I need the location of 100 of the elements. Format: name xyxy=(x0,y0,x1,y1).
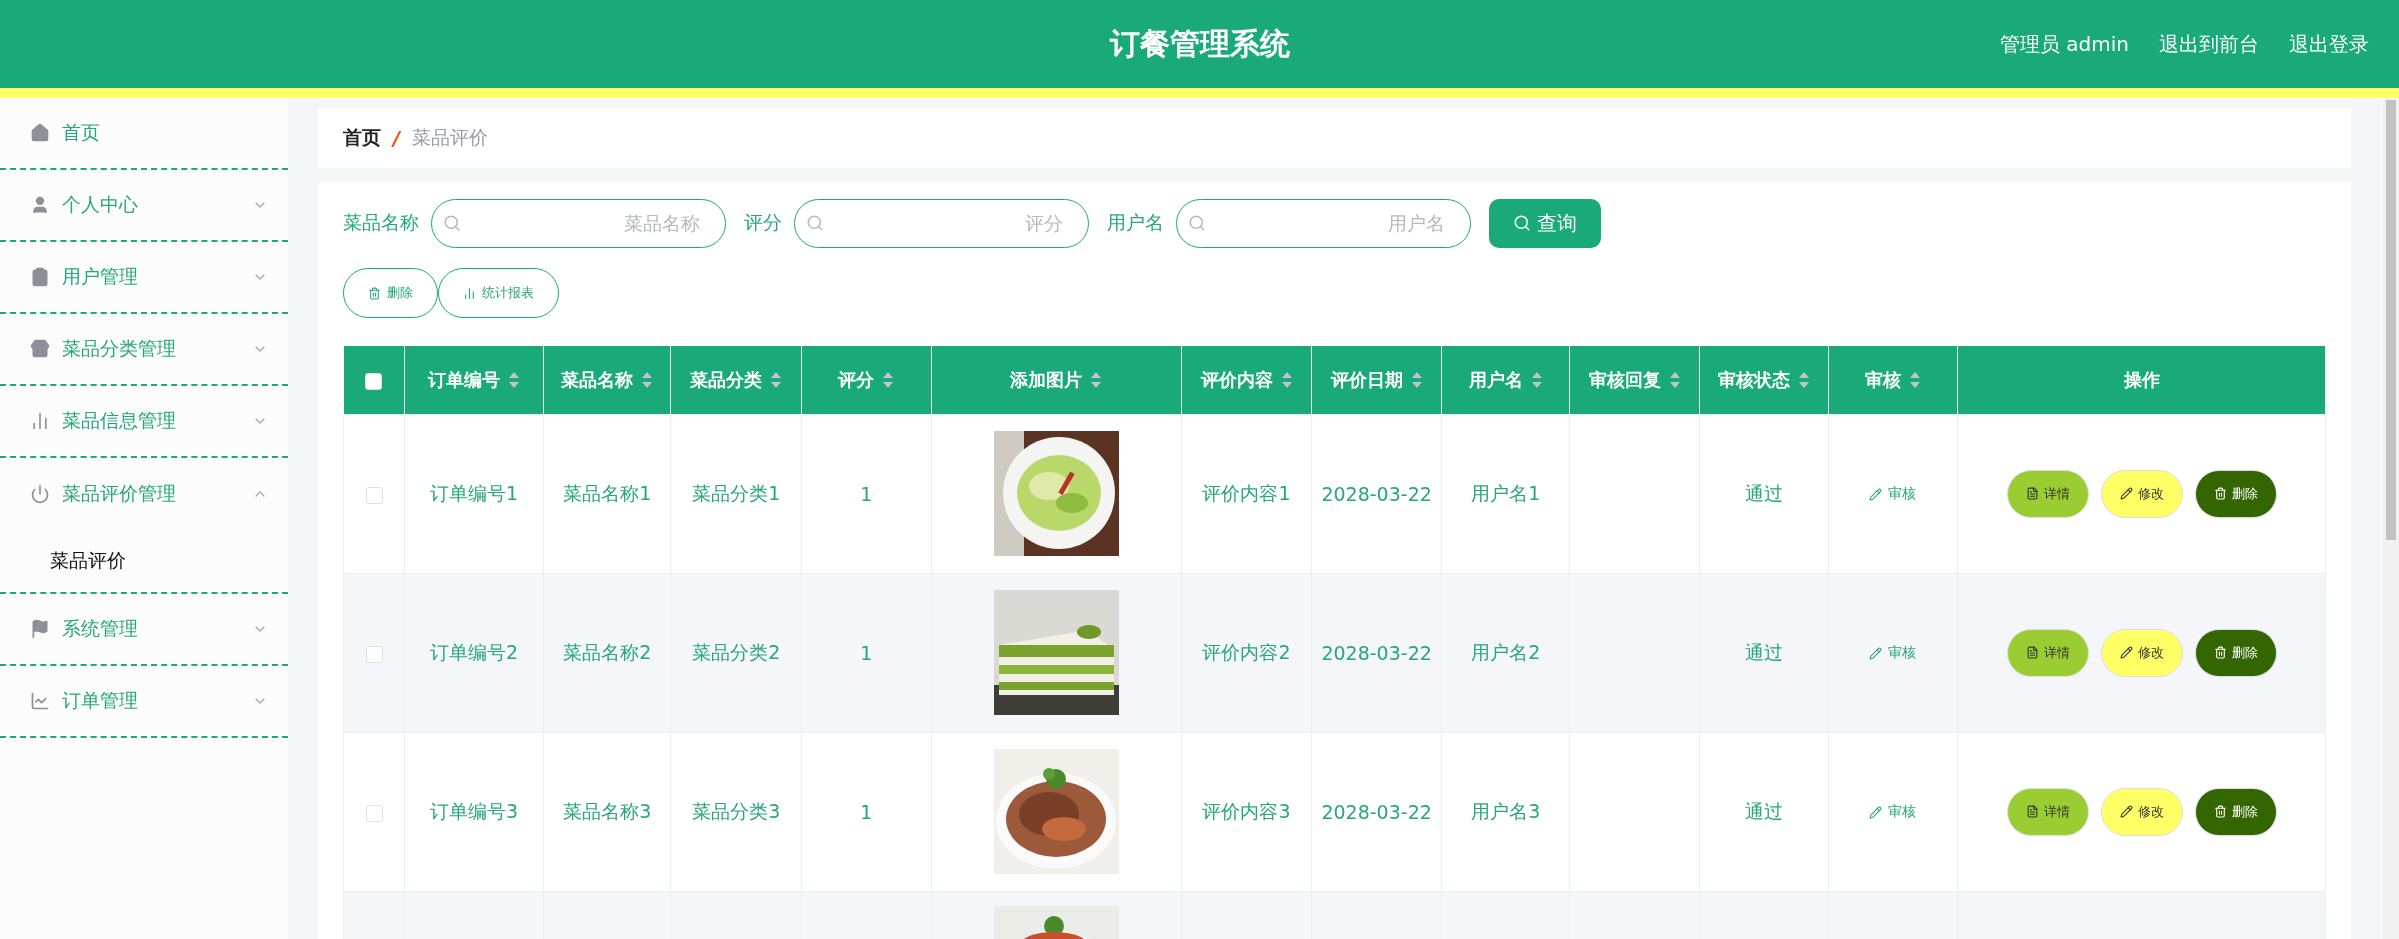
menu-label: 用户管理 xyxy=(62,264,139,289)
sidebar-item[interactable]: 个人中心 xyxy=(0,170,288,242)
breadcrumb-separator: / xyxy=(393,127,400,149)
column-header[interactable]: 审核回复 xyxy=(1570,346,1700,414)
store-icon xyxy=(30,339,50,359)
delete-button[interactable]: 删除 xyxy=(2194,787,2277,836)
table-cell: 1 xyxy=(860,641,873,664)
search-field[interactable]: 菜品名称 xyxy=(431,198,726,248)
menu-label: 菜品评价管理 xyxy=(62,481,177,506)
table-cell: 菜品分类2 xyxy=(692,640,781,663)
column-header[interactable]: 订单编号 xyxy=(404,346,544,414)
search-icon xyxy=(1513,214,1531,232)
delete-button[interactable]: 删除 xyxy=(343,268,438,318)
audit-link[interactable]: 审核 xyxy=(1869,485,1917,503)
table-cell: 菜品名称3 xyxy=(563,799,652,822)
pencil-icon xyxy=(1869,805,1883,819)
sidebar-item[interactable]: 用户管理 xyxy=(0,242,288,314)
status-text: 通过 xyxy=(1744,640,1783,663)
select-all-checkbox[interactable] xyxy=(365,372,383,390)
sort-icon[interactable] xyxy=(1280,370,1293,389)
pencil-icon xyxy=(2119,487,2133,500)
table-cell: 菜品分类1 xyxy=(692,481,781,504)
column-header[interactable]: 审核 xyxy=(1828,346,1958,414)
table-cell: 2028-03-22 xyxy=(1321,800,1432,823)
user-icon xyxy=(30,195,50,215)
sidebar-item[interactable]: 订单管理 xyxy=(0,666,288,738)
trash-icon xyxy=(2213,487,2227,500)
edit-button[interactable]: 修改 xyxy=(2100,787,2183,836)
details-button[interactable]: 详情 xyxy=(2006,469,2089,518)
menu-label: 个人中心 xyxy=(62,192,139,217)
table-cell: 用户名3 xyxy=(1471,799,1541,822)
table-cell: 评价内容3 xyxy=(1202,799,1291,822)
table-cell: 评价内容2 xyxy=(1202,640,1291,663)
table-cell: 1 xyxy=(860,800,873,823)
status-text: 通过 xyxy=(1744,481,1783,504)
audit-link[interactable]: 审核 xyxy=(1869,803,1917,821)
row-checkbox[interactable] xyxy=(365,645,383,663)
column-header[interactable]: 菜品名称 xyxy=(543,346,671,414)
sort-icon[interactable] xyxy=(882,370,895,389)
sidebar-item[interactable]: 系统管理 xyxy=(0,594,288,666)
search-icon xyxy=(1188,213,1206,232)
row-checkbox[interactable] xyxy=(365,486,383,504)
table-cell: 评价内容1 xyxy=(1202,481,1291,504)
delete-button[interactable]: 删除 xyxy=(2194,628,2277,677)
submenu-item[interactable]: 菜品评价 xyxy=(0,530,288,592)
sidebar-item[interactable]: 菜品信息管理 xyxy=(0,386,288,458)
column-header[interactable]: 菜品分类 xyxy=(670,346,802,414)
pencil-icon xyxy=(1869,487,1883,501)
details-button[interactable]: 详情 xyxy=(2006,787,2089,836)
menu-label: 菜品分类管理 xyxy=(62,336,177,361)
table-cell: 2028-03-22 xyxy=(1321,641,1432,664)
column-header[interactable]: 评分 xyxy=(801,346,932,414)
column-header[interactable]: 添加图片 xyxy=(931,346,1182,414)
field-label: 评分 xyxy=(744,210,782,235)
sort-icon[interactable] xyxy=(641,370,654,389)
column-header[interactable]: 评价内容 xyxy=(1181,346,1312,414)
header-link[interactable]: 管理员 admin xyxy=(1999,30,2129,58)
details-button[interactable]: 详情 xyxy=(2006,628,2089,677)
row-checkbox[interactable] xyxy=(365,804,383,822)
sort-icon[interactable] xyxy=(770,370,783,389)
edit-button[interactable]: 修改 xyxy=(2100,628,2183,677)
sidebar-item[interactable]: 菜品评价管理 xyxy=(0,458,288,530)
search-field[interactable]: 评分 xyxy=(794,198,1089,248)
trash-icon xyxy=(2213,805,2227,818)
document-icon xyxy=(2025,805,2039,818)
table-cell: 用户名1 xyxy=(1471,481,1541,504)
edit-button[interactable]: 修改 xyxy=(2100,469,2183,518)
column-header[interactable]: 操作 xyxy=(1957,346,2326,414)
sort-icon[interactable] xyxy=(1908,370,1921,389)
app-title: 订餐管理系统 xyxy=(1109,24,1290,63)
header-link[interactable]: 退出登录 xyxy=(2289,30,2369,58)
table-cell: 用户名2 xyxy=(1471,640,1541,663)
field-label: 菜品名称 xyxy=(343,210,419,235)
table-cell: 订单编号1 xyxy=(430,481,519,504)
pencil-icon xyxy=(1869,646,1883,660)
audit-link[interactable]: 审核 xyxy=(1869,644,1917,662)
header-link[interactable]: 退出到前台 xyxy=(2159,30,2259,58)
line-chart-icon xyxy=(30,691,50,711)
sort-icon[interactable] xyxy=(1090,370,1103,389)
sidebar-item[interactable]: 首页 xyxy=(0,98,288,170)
column-header[interactable]: 用户名 xyxy=(1441,346,1570,414)
table-cell: 菜品名称1 xyxy=(563,481,652,504)
sort-icon[interactable] xyxy=(1668,370,1681,389)
column-header[interactable]: 评价日期 xyxy=(1311,346,1442,414)
menu-label: 菜品信息管理 xyxy=(62,408,177,433)
search-field[interactable]: 用户名 xyxy=(1176,198,1471,248)
report-button[interactable]: 统计报表 xyxy=(438,268,559,318)
clipboard-icon xyxy=(30,267,50,287)
flag-icon xyxy=(30,619,50,639)
sort-icon[interactable] xyxy=(508,370,521,389)
sidebar-item[interactable]: 菜品分类管理 xyxy=(0,314,288,386)
scrollbar-thumb[interactable] xyxy=(2386,100,2396,540)
sort-icon[interactable] xyxy=(1797,370,1810,389)
column-header[interactable]: 审核状态 xyxy=(1699,346,1829,414)
delete-button[interactable]: 删除 xyxy=(2194,469,2277,518)
breadcrumb-link[interactable]: 首页 xyxy=(343,125,381,151)
sort-icon[interactable] xyxy=(1410,370,1423,389)
sort-icon[interactable] xyxy=(1530,370,1543,389)
query-button[interactable]: 查询 xyxy=(1489,198,1601,248)
bar-chart-icon xyxy=(30,411,50,431)
